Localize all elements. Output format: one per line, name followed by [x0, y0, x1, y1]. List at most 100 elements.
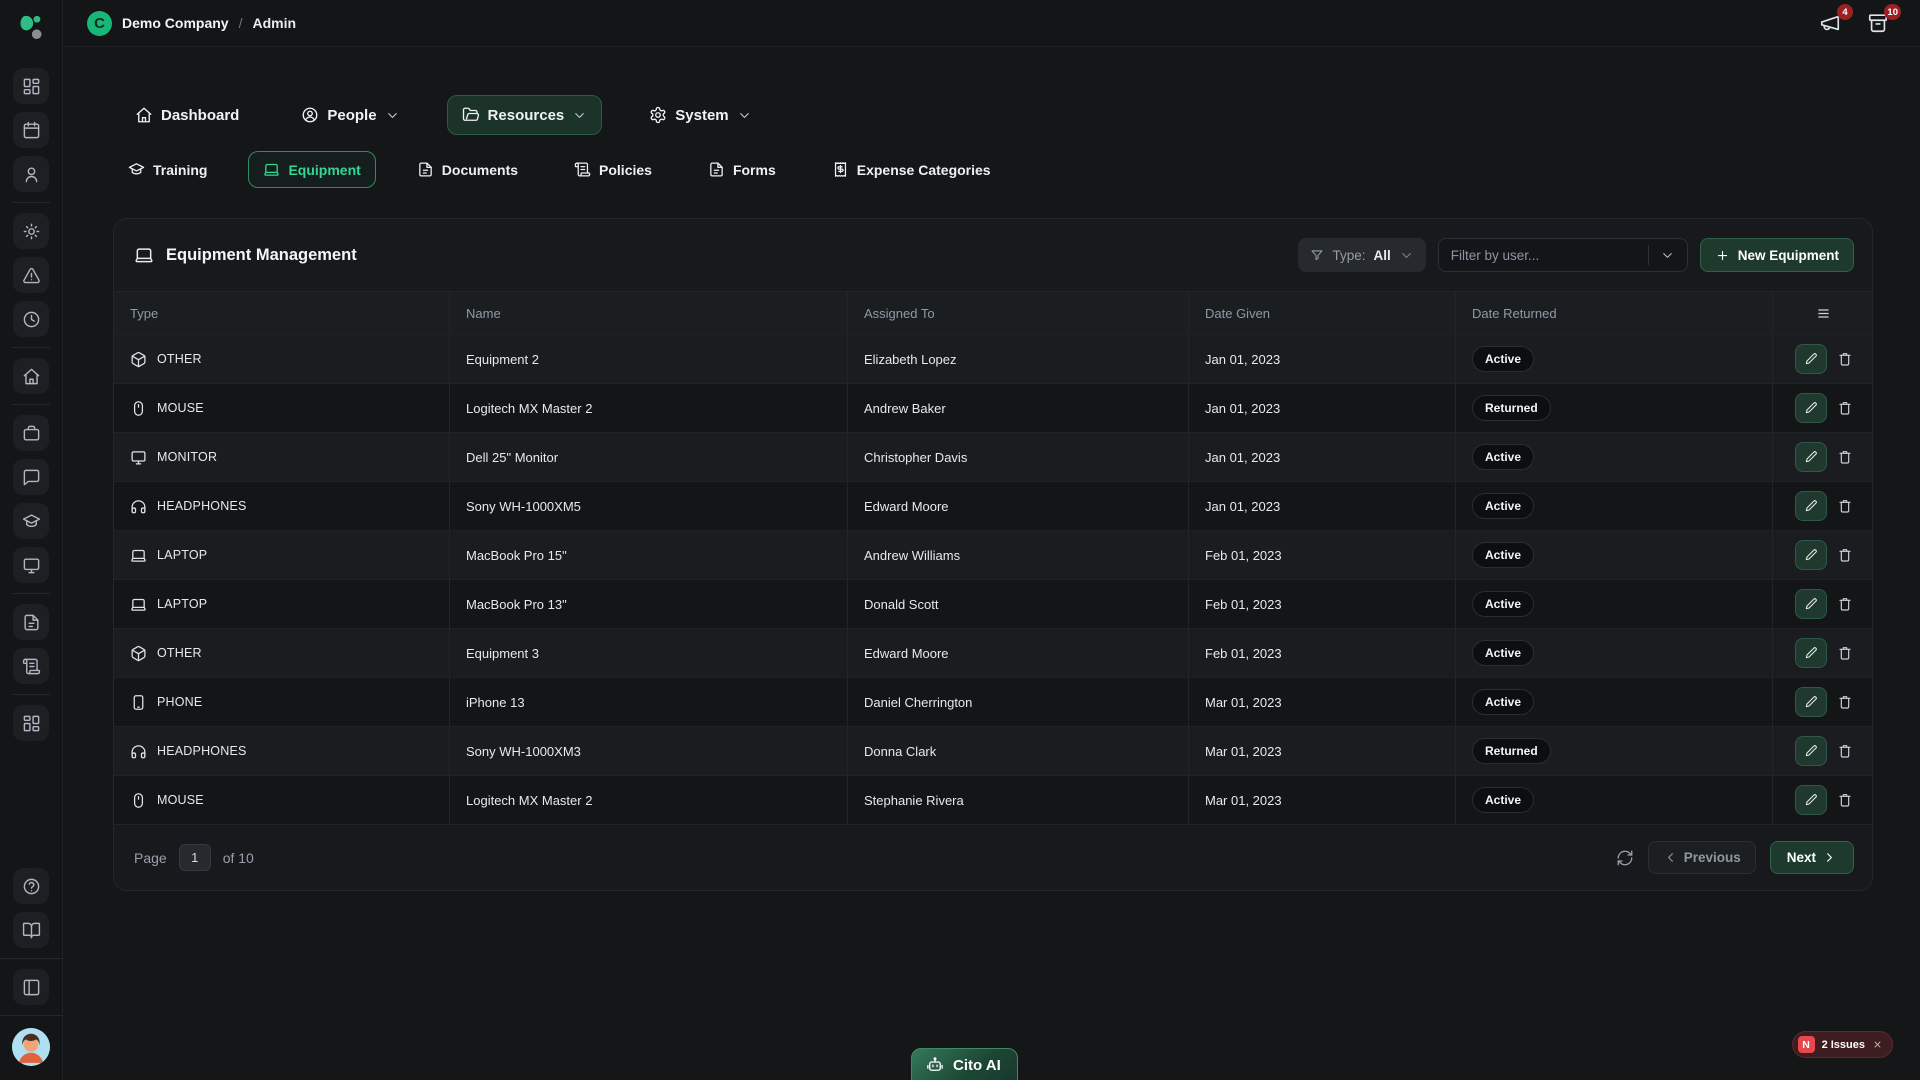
status-badge: Active: [1472, 493, 1534, 519]
delete-button[interactable]: [1837, 743, 1853, 759]
sidebar-icon-groups: [12, 64, 50, 745]
sidebar-button-sun[interactable]: [13, 213, 49, 249]
book-open-icon: [22, 921, 41, 940]
edit-button[interactable]: [1795, 687, 1827, 717]
delete-button[interactable]: [1837, 694, 1853, 710]
cell-date-given: Mar 01, 2023: [1189, 678, 1456, 726]
cell-date-returned: Returned: [1456, 384, 1773, 432]
edit-button[interactable]: [1795, 442, 1827, 472]
primary-nav: Dashboard People Resources System: [120, 95, 1920, 135]
user-avatar[interactable]: [12, 1028, 50, 1066]
resources-subtabs: Training Equipment Documents Policies Forms E…: [113, 151, 1920, 188]
delete-button[interactable]: [1837, 351, 1853, 367]
user-filter-input[interactable]: [1439, 239, 1648, 271]
user-filter-chevron-button[interactable]: [1649, 239, 1687, 271]
menu-icon[interactable]: [1815, 305, 1832, 322]
sidebar-button-layout-grid[interactable]: [13, 68, 49, 104]
delete-button[interactable]: [1837, 498, 1853, 514]
tab-expense-categories[interactable]: Expense Categories: [817, 151, 1006, 188]
table-row: HEADPHONES Sony WH-1000XM3 Donna Clark M…: [114, 726, 1872, 775]
company-logo-icon: C: [87, 11, 112, 36]
cell-date-returned: Returned: [1456, 727, 1773, 775]
delete-button[interactable]: [1837, 645, 1853, 661]
refresh-button[interactable]: [1616, 849, 1634, 867]
new-equipment-button[interactable]: New Equipment: [1700, 238, 1854, 272]
sidebar-button-calendar[interactable]: [13, 112, 49, 148]
tab-documents[interactable]: Documents: [402, 151, 533, 188]
sidebar-button-graduation-cap[interactable]: [13, 503, 49, 539]
sidebar-button-alert-triangle[interactable]: [13, 257, 49, 293]
sidebar-button-monitor[interactable]: [13, 547, 49, 583]
table-row: MOUSE Logitech MX Master 2 Stephanie Riv…: [114, 775, 1872, 824]
tab-training[interactable]: Training: [113, 151, 222, 188]
edit-button[interactable]: [1795, 344, 1827, 374]
cito-ai-button[interactable]: Cito AI: [911, 1048, 1018, 1080]
nav-item-resources[interactable]: Resources: [447, 95, 603, 135]
nav-item-system[interactable]: System: [634, 95, 766, 135]
edit-button[interactable]: [1795, 589, 1827, 619]
breadcrumb-company: Demo Company: [122, 15, 229, 31]
sidebar-button-panel-left[interactable]: [13, 969, 49, 1005]
nav-item-dashboard[interactable]: Dashboard: [120, 95, 254, 135]
issues-close-button[interactable]: [1872, 1039, 1883, 1050]
tab-policies[interactable]: Policies: [559, 151, 667, 188]
pagination-bar: Page 1 of 10 Previous Next: [114, 824, 1872, 890]
previous-page-button[interactable]: Previous: [1648, 841, 1756, 874]
home-icon: [22, 367, 41, 386]
edit-button[interactable]: [1795, 736, 1827, 766]
delete-button[interactable]: [1837, 596, 1853, 612]
edit-button[interactable]: [1795, 638, 1827, 668]
cell-date-given: Jan 01, 2023: [1189, 384, 1456, 432]
sidebar-button-help-circle[interactable]: [13, 868, 49, 904]
message-square-icon: [22, 468, 41, 487]
cell-date-returned: Active: [1456, 433, 1773, 481]
laptop-icon: [134, 245, 154, 265]
edit-button[interactable]: [1795, 491, 1827, 521]
delete-button[interactable]: [1837, 792, 1853, 808]
column-header-actions: [1773, 292, 1873, 334]
delete-button[interactable]: [1837, 400, 1853, 416]
sidebar-button-home[interactable]: [13, 358, 49, 394]
alert-triangle-icon: [22, 266, 41, 285]
cell-actions: [1773, 384, 1873, 432]
cell-date-given: Jan 01, 2023: [1189, 433, 1456, 481]
announcements-button[interactable]: 4: [1819, 10, 1845, 36]
cell-type: OTHER: [114, 335, 450, 383]
edit-button[interactable]: [1795, 393, 1827, 423]
sidebar-button-message-square[interactable]: [13, 459, 49, 495]
cell-actions: [1773, 678, 1873, 726]
cell-type: PHONE: [114, 678, 450, 726]
next-page-button[interactable]: Next: [1770, 841, 1854, 874]
trash-icon: [1837, 400, 1853, 416]
sidebar-button-briefcase[interactable]: [13, 415, 49, 451]
sidebar-divider: [12, 593, 50, 594]
cell-assigned-to: Elizabeth Lopez: [848, 335, 1189, 383]
chevron-down-icon: [737, 108, 752, 123]
sidebar-button-book-open[interactable]: [13, 912, 49, 948]
inbox-button[interactable]: 10: [1867, 10, 1893, 36]
tab-equipment[interactable]: Equipment: [248, 151, 375, 188]
sun-icon: [22, 222, 41, 241]
edit-button[interactable]: [1795, 785, 1827, 815]
sidebar-button-file-text[interactable]: [13, 604, 49, 640]
scroll-icon: [22, 657, 41, 676]
edit-button[interactable]: [1795, 540, 1827, 570]
tab-forms[interactable]: Forms: [693, 151, 791, 188]
cell-date-returned: Active: [1456, 335, 1773, 383]
cell-assigned-to: Stephanie Rivera: [848, 776, 1189, 824]
nav-item-people[interactable]: People: [286, 95, 414, 135]
delete-button[interactable]: [1837, 547, 1853, 563]
laptop-icon: [130, 596, 147, 613]
status-badge: Active: [1472, 591, 1534, 617]
sidebar-button-clock[interactable]: [13, 301, 49, 337]
type-filter-dropdown[interactable]: Type: All: [1298, 238, 1425, 272]
cell-type: MOUSE: [114, 384, 450, 432]
cell-actions: [1773, 629, 1873, 677]
trash-icon: [1837, 792, 1853, 808]
sidebar-button-scroll[interactable]: [13, 648, 49, 684]
delete-button[interactable]: [1837, 449, 1853, 465]
sidebar-button-user[interactable]: [13, 156, 49, 192]
sidebar-button-layout-grid-2[interactable]: [13, 705, 49, 741]
status-badge: Active: [1472, 346, 1534, 372]
laptop-icon: [130, 547, 147, 564]
